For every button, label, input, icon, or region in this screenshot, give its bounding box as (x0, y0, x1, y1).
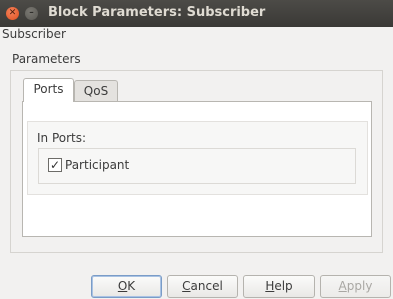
title-bar[interactable]: ✕ – Block Parameters: Subscriber (0, 0, 393, 27)
ok-mnemonic: O (117, 279, 128, 293)
cancel-mnemonic: C (182, 279, 191, 293)
help-label-rest: elp (274, 279, 293, 293)
tab-qos[interactable]: QoS (74, 80, 118, 103)
help-button[interactable]: Help (243, 275, 315, 298)
cancel-label-rest: ancel (190, 279, 223, 293)
apply-button[interactable]: Apply (320, 275, 391, 298)
apply-label-rest: pply (346, 279, 373, 293)
in-ports-label: In Ports: (37, 131, 87, 145)
ok-button[interactable]: OK (91, 275, 162, 298)
apply-mnemonic: A (338, 279, 347, 293)
tab-ports[interactable]: Ports (23, 78, 74, 102)
checkmark-icon: ✓ (49, 158, 61, 172)
block-name-label: Subscriber (2, 27, 66, 41)
cancel-button[interactable]: Cancel (167, 275, 238, 298)
parameters-group-label: Parameters (12, 52, 81, 66)
close-window-icon[interactable]: ✕ (6, 7, 19, 20)
help-mnemonic: H (265, 279, 275, 293)
participant-checkbox-label[interactable]: Participant (65, 158, 129, 172)
participant-checkbox[interactable]: ✓ (48, 158, 62, 172)
close-glyph: ✕ (8, 8, 17, 18)
minimize-glyph: – (29, 8, 34, 18)
ok-label-rest: K (127, 279, 136, 293)
minimize-window-icon[interactable]: – (25, 7, 38, 20)
window-title: Block Parameters: Subscriber (48, 5, 266, 20)
